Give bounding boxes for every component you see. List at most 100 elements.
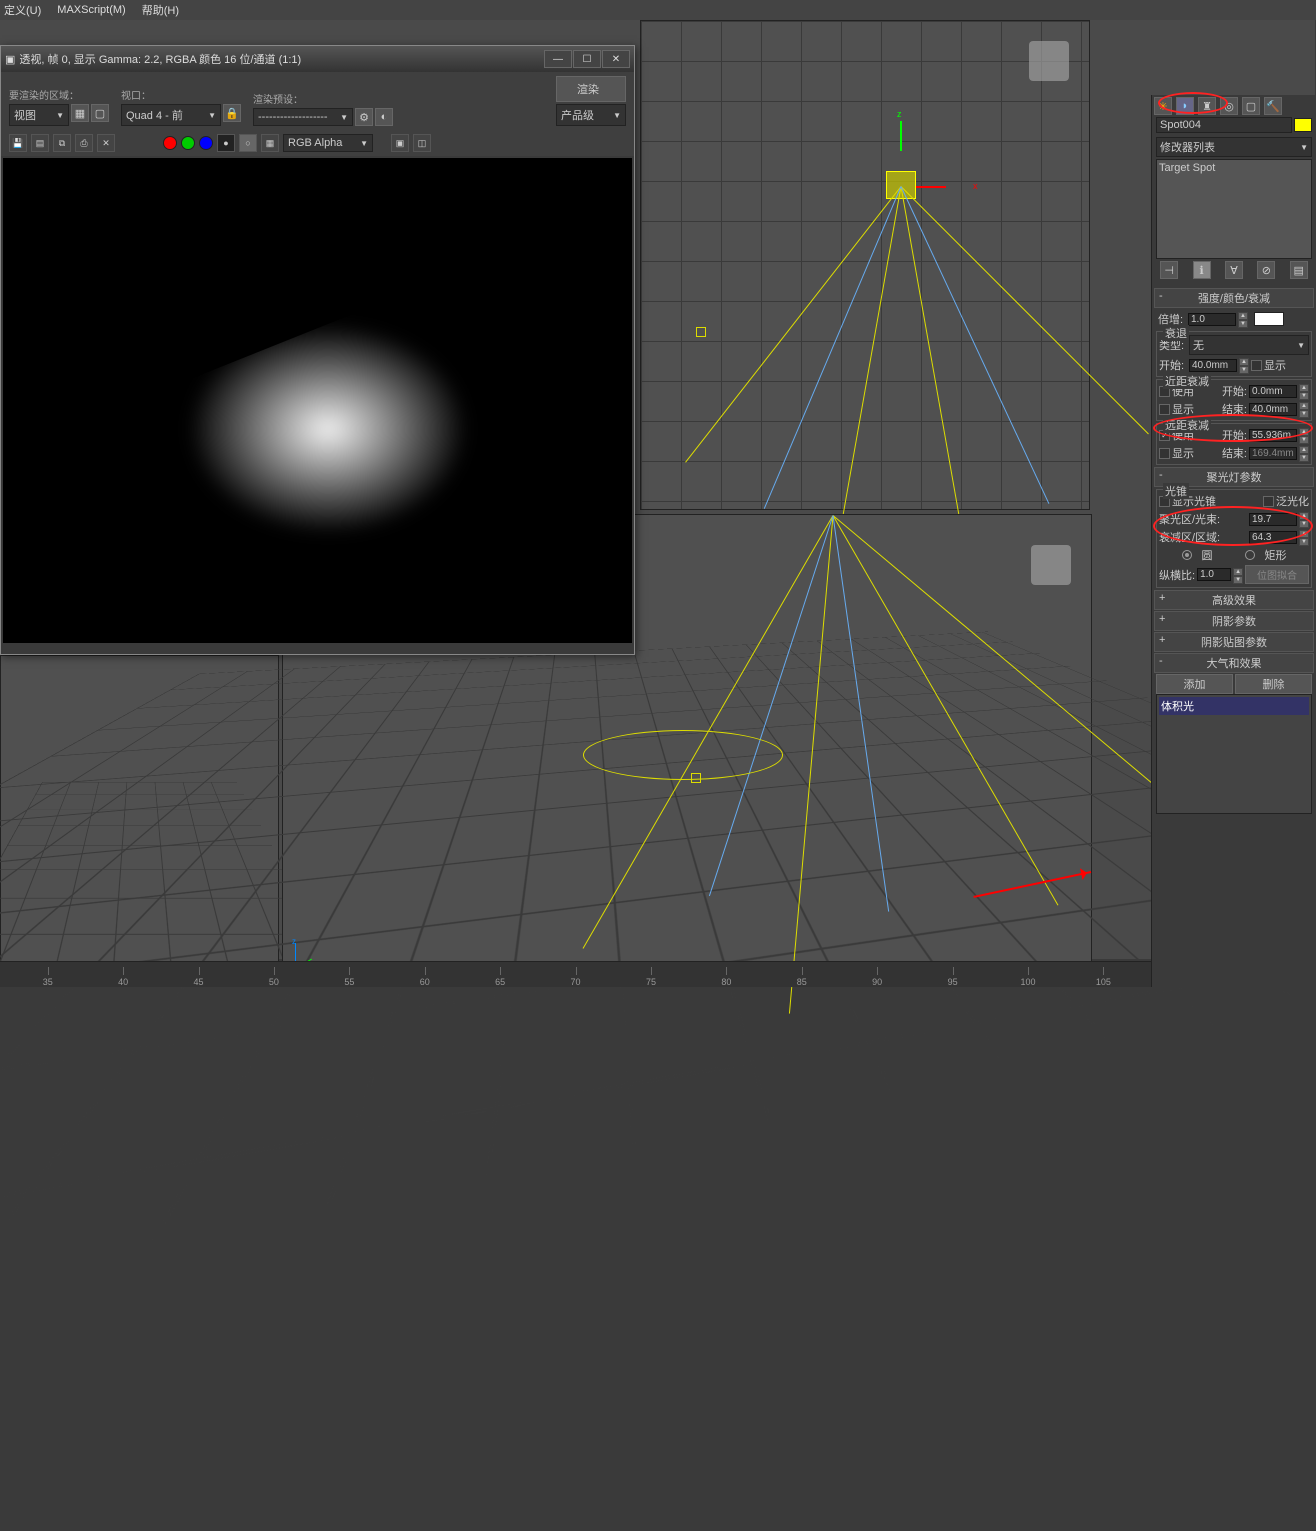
add-effect-button[interactable]: 添加 (1156, 674, 1233, 694)
far-show-checkbox[interactable] (1159, 448, 1170, 459)
lock-icon[interactable]: 🔒 (223, 104, 241, 122)
viewport-front[interactable]: z x (640, 20, 1090, 510)
close-button[interactable]: ✕ (602, 50, 630, 68)
spinner-down[interactable]: ▼ (1299, 520, 1309, 528)
region-dropdown[interactable]: 视图 (9, 104, 69, 126)
decay-show-checkbox[interactable] (1251, 360, 1262, 371)
effect-item-volume-light[interactable]: 体积光 (1159, 697, 1309, 715)
spinner-up[interactable]: ▲ (1299, 384, 1309, 392)
clone-icon[interactable]: ⧉ (53, 134, 71, 152)
spinner-up[interactable]: ▲ (1299, 446, 1309, 454)
create-tab-icon[interactable]: ✳ (1154, 97, 1172, 115)
make-unique-icon[interactable]: ∀ (1225, 261, 1243, 279)
shape-circle-radio[interactable] (1182, 550, 1192, 560)
maximize-button[interactable]: ☐ (573, 50, 601, 68)
modifier-list-dropdown[interactable]: 修改器列表 (1156, 137, 1312, 157)
rollout-shadowmap[interactable]: +阴影贴图参数 (1154, 632, 1314, 652)
minimize-button[interactable]: — (544, 50, 572, 68)
show-end-icon[interactable]: ℹ (1193, 261, 1211, 279)
environment-icon[interactable]: ◐ (375, 108, 393, 126)
overshoot-checkbox[interactable] (1263, 496, 1274, 507)
rollout-advanced[interactable]: +高级效果 (1154, 590, 1314, 610)
print-icon[interactable]: ⎙ (75, 134, 93, 152)
bitmap-fit-button[interactable]: 位图拟合 (1245, 565, 1309, 584)
viewcube[interactable] (1029, 41, 1069, 81)
decay-start-spinner[interactable] (1189, 359, 1237, 372)
spinner-down[interactable]: ▼ (1299, 538, 1309, 546)
utilities-tab-icon[interactable]: 🔨 (1264, 97, 1282, 115)
hotspot-spinner[interactable] (1249, 513, 1297, 526)
hierarchy-tab-icon[interactable]: ♜ (1198, 97, 1216, 115)
spinner-down[interactable]: ▼ (1299, 454, 1309, 462)
stack-item[interactable]: Target Spot (1159, 162, 1309, 174)
rollout-atmosphere[interactable]: -大气和效果 (1154, 653, 1314, 673)
menu-help[interactable]: 帮助(H) (142, 2, 179, 18)
mono-toggle[interactable]: ○ (239, 134, 257, 152)
multiplier-spinner[interactable] (1188, 313, 1236, 326)
preset-dropdown[interactable]: ------------------- (253, 108, 353, 126)
rollout-shadow[interactable]: +阴影参数 (1154, 611, 1314, 631)
spinner-up[interactable]: ▲ (1233, 568, 1243, 576)
decay-type-dropdown[interactable]: 无 (1189, 335, 1309, 355)
light-color-swatch[interactable] (1254, 312, 1284, 326)
remove-mod-icon[interactable]: ⊘ (1257, 261, 1275, 279)
near-end-spinner[interactable] (1249, 403, 1297, 416)
modify-tab-icon[interactable]: ◗ (1176, 97, 1194, 115)
modifier-stack[interactable]: Target Spot (1156, 159, 1312, 259)
spinner-up[interactable]: ▲ (1239, 358, 1249, 366)
alpha-toggle[interactable]: ● (217, 134, 235, 152)
delete-effect-button[interactable]: 删除 (1235, 674, 1312, 694)
near-show-checkbox[interactable] (1159, 404, 1170, 415)
b-toggle[interactable] (199, 136, 213, 150)
render-button[interactable]: 渲染 (556, 76, 626, 102)
spinner-up[interactable]: ▲ (1299, 530, 1309, 538)
checker-icon[interactable]: ▦ (261, 134, 279, 152)
target-handle[interactable] (696, 327, 706, 337)
clear-icon[interactable]: ✕ (97, 134, 115, 152)
spinner-up[interactable]: ▲ (1299, 402, 1309, 410)
spinner-down[interactable]: ▼ (1299, 410, 1309, 418)
object-name-input[interactable] (1156, 117, 1292, 133)
render-window-titlebar[interactable]: ▣ 透视, 帧 0, 显示 Gamma: 2.2, RGBA 颜色 16 位/通… (1, 46, 634, 72)
object-color-swatch[interactable] (1294, 118, 1312, 132)
region-edit-icon[interactable]: ▦ (71, 104, 89, 122)
far-start-spinner[interactable] (1249, 429, 1297, 442)
product-dropdown[interactable]: 产品级 (556, 104, 626, 126)
configure-icon[interactable]: ▤ (1290, 261, 1308, 279)
overlay-icon[interactable]: ▣ (391, 134, 409, 152)
spinner-up[interactable]: ▲ (1299, 428, 1309, 436)
spinner-down[interactable]: ▼ (1299, 392, 1309, 400)
split-icon[interactable]: ◫ (413, 134, 431, 152)
far-end-spinner[interactable] (1249, 447, 1297, 460)
render-setup-icon[interactable]: ⚙ (355, 108, 373, 126)
ruler-tick: 100 (990, 977, 1065, 987)
menu-define[interactable]: 定义(U) (4, 2, 41, 18)
aspect-spinner[interactable] (1197, 568, 1231, 581)
shape-rect-radio[interactable] (1245, 550, 1255, 560)
target-handle[interactable] (691, 773, 701, 783)
region-edit-icon-2[interactable]: ▢ (91, 104, 109, 122)
channel-dropdown[interactable]: RGB Alpha (283, 134, 373, 152)
save-icon[interactable]: 💾 (9, 134, 27, 152)
viewcube[interactable] (1031, 545, 1071, 585)
spinner-down[interactable]: ▼ (1233, 576, 1243, 584)
rollout-intensity[interactable]: -强度/颜色/衰减 (1154, 288, 1314, 308)
near-start-spinner[interactable] (1249, 385, 1297, 398)
spinner-down[interactable]: ▼ (1239, 366, 1249, 374)
display-tab-icon[interactable]: ▢ (1242, 97, 1260, 115)
effects-list[interactable]: 体积光 (1156, 694, 1312, 814)
r-toggle[interactable] (163, 136, 177, 150)
viewport-dropdown[interactable]: Quad 4 - 前 (121, 104, 221, 126)
spinner-up[interactable]: ▲ (1238, 312, 1248, 320)
motion-tab-icon[interactable]: ◎ (1220, 97, 1238, 115)
pin-stack-icon[interactable]: ⊣ (1160, 261, 1178, 279)
spinner-down[interactable]: ▼ (1299, 436, 1309, 444)
g-toggle[interactable] (181, 136, 195, 150)
menu-maxscript[interactable]: MAXScript(M) (57, 4, 125, 16)
falloff-spinner[interactable] (1249, 531, 1297, 544)
timeline-ruler[interactable]: 35 40 45 50 55 60 65 70 75 80 85 90 95 1… (0, 961, 1151, 987)
copy-icon[interactable]: ▤ (31, 134, 49, 152)
spinner-down[interactable]: ▼ (1238, 320, 1248, 328)
spinner-up[interactable]: ▲ (1299, 512, 1309, 520)
render-output[interactable] (3, 158, 632, 643)
